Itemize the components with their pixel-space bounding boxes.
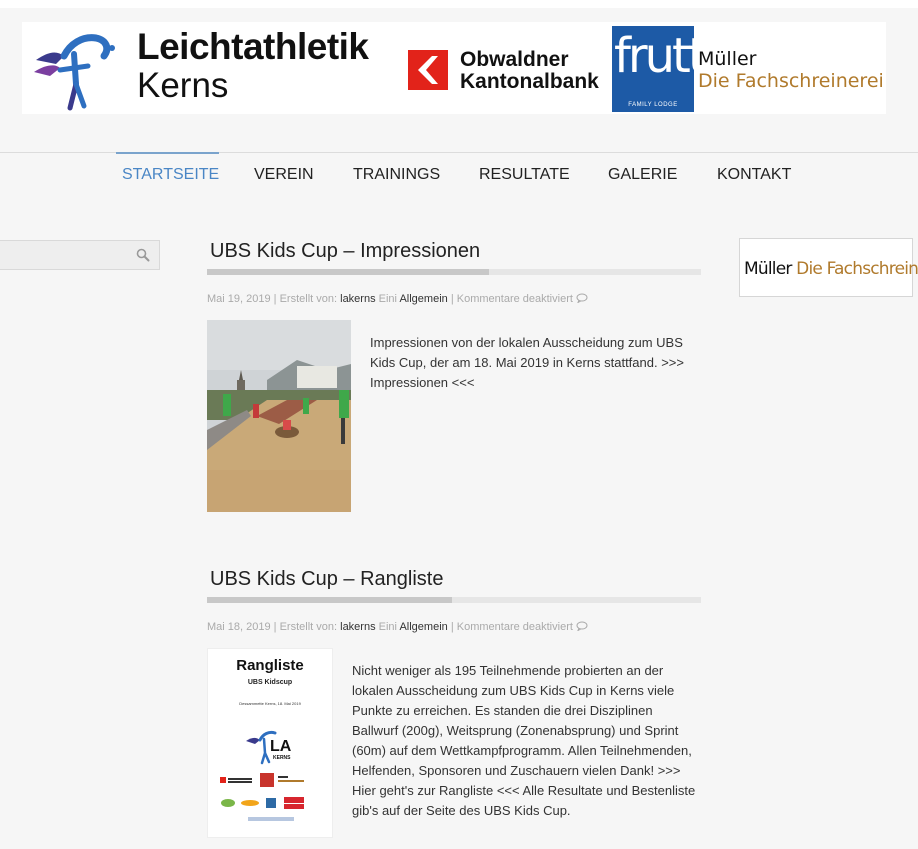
nav-item-verein[interactable]: VEREIN: [254, 166, 314, 184]
comment-icon: [576, 293, 588, 304]
post-category-link[interactable]: Allgemein: [399, 293, 447, 305]
nav-item-resultate[interactable]: RESULTATE: [479, 166, 570, 184]
post-divider-fill: [207, 597, 452, 603]
sponsor-tagline: Die Fachschreinerei: [796, 259, 918, 279]
frutt-sub: FAMILY LODGE: [628, 102, 678, 108]
okb-name-line-1: Obwaldner: [460, 48, 569, 71]
post-excerpt: Impressionen von der lokalen Ausscheidun…: [370, 335, 684, 390]
post-thumbnail-rangliste[interactable]: Rangliste UBS Kidscup Dessammette Kerns,…: [207, 648, 333, 838]
svg-text:KERNS: KERNS: [273, 755, 291, 761]
la-kerns-logo-icon: [34, 34, 115, 111]
sponsor-logos-icon: [220, 773, 304, 821]
post-category-link[interactable]: Allgemein: [399, 621, 447, 633]
post-in-label: Eini: [378, 621, 397, 633]
sponsor-widget-text: Müller Die Fachschreinerei: [744, 259, 918, 279]
muller-name: Müller: [698, 48, 757, 70]
post-date: Mai 18, 2019: [207, 621, 271, 633]
sponsor-widget[interactable]: Müller Die Fachschreinerei: [739, 238, 918, 297]
top-strip: [0, 0, 918, 8]
post-date: Mai 19, 2019: [207, 293, 271, 305]
okb-name-line-2: Kantonalbank: [460, 70, 599, 93]
post-divider-fill: [207, 269, 489, 275]
post-divider: [207, 269, 701, 275]
muller-tagline: Die Fachschreinerei: [698, 70, 884, 92]
post-meta: Mai 18, 2019 | Erstellt von: lakerns Ein…: [207, 621, 588, 633]
svg-text:LA: LA: [270, 738, 292, 755]
thumb-subtitle: UBS Kidscup: [247, 679, 293, 686]
frutt-word: frutt: [614, 28, 707, 84]
post-thumbnail-photo[interactable]: [207, 320, 351, 512]
post-divider: [207, 597, 701, 603]
post-meta: Mai 19, 2019 | Erstellt von: lakerns Ein…: [207, 293, 588, 305]
la-title: Leichtathletik: [137, 26, 369, 67]
la-kerns-logo-icon: LA KERNS: [246, 730, 292, 765]
post-in-label: Eini: [378, 293, 397, 305]
thumb-date-line: Dessammette Kerns, 18. Mai 2019: [239, 701, 301, 706]
nav-active-indicator: [116, 152, 219, 154]
nav-item-trainings[interactable]: TRAININGS: [353, 166, 440, 184]
post-author-link[interactable]: lakerns: [340, 293, 375, 305]
sponsor-name: Müller: [744, 259, 792, 279]
post-created-by: Erstellt von:: [279, 621, 338, 633]
comment-icon: [576, 621, 588, 632]
page: Leichtathletik Kerns Obwaldner Kantonalb…: [0, 0, 918, 849]
post-excerpt: Nicht weniger als 195 Teilnehmende probi…: [352, 663, 696, 818]
post-created-by: Erstellt von:: [279, 293, 338, 305]
nav-item-galerie[interactable]: GALERIE: [608, 166, 677, 184]
thumb-title: Rangliste: [236, 657, 304, 674]
frutt-logo: frutt FAMILY LODGE: [612, 26, 707, 112]
nav-item-kontakt[interactable]: KONTAKT: [717, 166, 791, 184]
post-comments: Kommentare deaktiviert: [456, 621, 573, 633]
search-icon[interactable]: [136, 248, 150, 262]
post-title-impressionen[interactable]: UBS Kids Cup – Impressionen: [210, 240, 480, 263]
post-comments: Kommentare deaktiviert: [456, 293, 573, 305]
nav-item-startseite[interactable]: STARTSEITE: [122, 166, 219, 184]
la-subtitle: Kerns: [137, 66, 229, 105]
post-title-rangliste[interactable]: UBS Kids Cup – Rangliste: [210, 568, 443, 591]
header-banner[interactable]: Leichtathletik Kerns Obwaldner Kantonalb…: [22, 22, 886, 114]
okb-logo-icon: [408, 50, 448, 90]
post-author-link[interactable]: lakerns: [340, 621, 375, 633]
